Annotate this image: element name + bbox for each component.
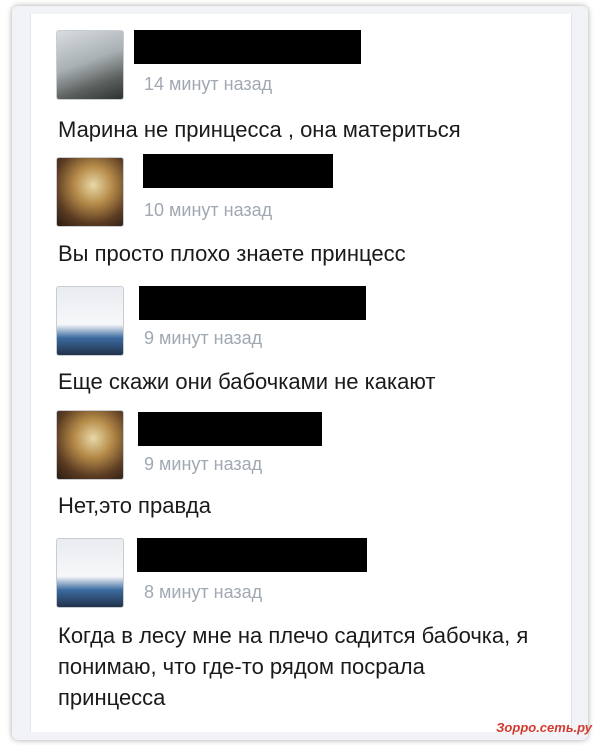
site-watermark: Зорро.сеть.ру: [496, 720, 592, 735]
comment-text: Марина не принцесса , она материться: [58, 117, 461, 142]
timestamp: 10 минут назад: [144, 200, 273, 220]
comment-text: Вы просто плохо знаете принцесс: [58, 241, 406, 266]
comment-text: Когда в лесу мне на плечо садится бабочк…: [58, 623, 529, 710]
timestamp: 14 минут назад: [144, 74, 273, 94]
user-avatar[interactable]: [56, 538, 124, 608]
user-avatar[interactable]: [56, 286, 124, 356]
timestamp: 9 минут назад: [144, 328, 263, 348]
comment-text: Еще скажи они бабочками не какают: [58, 369, 436, 394]
timestamp: 8 минут назад: [144, 582, 263, 602]
redacted-username: [139, 286, 366, 320]
comment-feed: 14 минут назад Марина не принцесса , она…: [30, 14, 572, 732]
user-avatar[interactable]: [56, 410, 124, 480]
timestamp: 9 минут назад: [144, 454, 263, 474]
user-avatar[interactable]: [56, 157, 124, 227]
redacted-username: [138, 412, 322, 446]
comment-text: Нет,это правда: [58, 493, 211, 518]
redacted-username: [137, 538, 367, 572]
redacted-username: [143, 154, 333, 188]
redacted-username: [134, 30, 361, 64]
user-avatar[interactable]: [56, 30, 124, 100]
